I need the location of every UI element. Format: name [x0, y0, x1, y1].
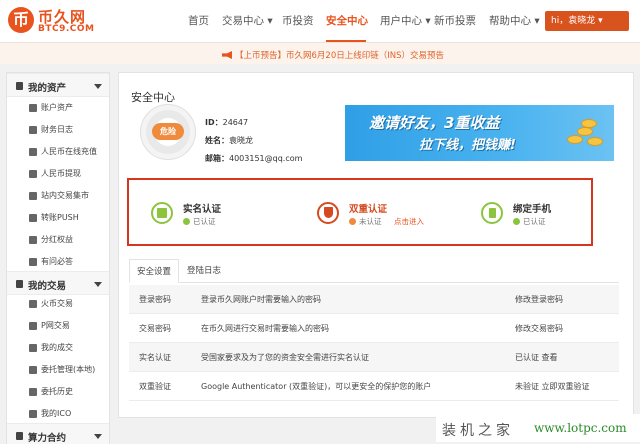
logo-domain: BTC9.COM	[38, 24, 95, 34]
site-watermark: 装机之家 www.lotpc.com	[436, 414, 640, 442]
verify-status-realname: 已认证	[183, 216, 216, 227]
sidebar-item-rmb-recharge[interactable]: 人民币在线充值	[7, 141, 109, 163]
security-center-panel: 安全中心 危险 ID：24647 姓名：袁晓龙 邮箱：4003151@qq.co…	[118, 72, 634, 418]
sidebar-item-transfer[interactable]: 转账PUSH	[7, 207, 109, 229]
sidebar-group-label: 算力合约	[28, 433, 67, 444]
verification-summary: 实名认证 已认证 双重认证 未认证 点击进入 绑定手机 已认证	[127, 178, 593, 246]
sidebar-group-label: 我的资产	[28, 83, 67, 94]
watermark-url: www.lotpc.com	[534, 421, 627, 435]
coin-icon	[567, 135, 583, 144]
ico-icon	[29, 410, 37, 418]
warning-icon	[349, 218, 356, 225]
settings-tabs: 安全设置 登陆日志	[129, 259, 619, 283]
coin-icon	[587, 137, 603, 146]
sidebar-item-my-ico[interactable]: 我的ICO	[7, 403, 109, 425]
nav-invest[interactable]: 币投资	[282, 13, 314, 28]
announcement-link[interactable]: 【上币预告】币久网6月20日上线印链（INS）交易预告	[222, 49, 444, 61]
sidebar-item-order-manage[interactable]: 委托管理(本地)	[7, 359, 109, 381]
user-name: 姓名：袁晓龙	[205, 136, 253, 145]
sidebar-item-my-deals[interactable]: 我的成交	[7, 337, 109, 359]
nav-security-center[interactable]: 安全中心	[326, 13, 368, 28]
invite-banner[interactable]: 邀请好友，3重收益 拉下线，把钱赚!	[345, 105, 614, 161]
recharge-icon	[29, 148, 37, 156]
sidebar-group-contracts[interactable]: 算力合约	[7, 423, 109, 444]
announcement-bar: 【上币预告】币久网6月20日上线印链（INS）交易预告	[0, 42, 640, 64]
top-header: 币 币久网 BTC9.COM 首页 交易中心 ▾ 币投资 安全中心 用户中心 ▾…	[0, 0, 640, 42]
banner-headline: 邀请好友，3重收益	[369, 114, 500, 132]
id-card-icon	[151, 202, 173, 224]
nav-new-coin-vote[interactable]: 新币投票	[434, 13, 476, 28]
shield-icon	[317, 202, 339, 224]
p-icon	[29, 322, 37, 330]
user-email: 邮箱：4003151@qq.com	[205, 154, 303, 163]
market-icon	[29, 192, 37, 200]
risk-level-gauge: 危险	[141, 105, 195, 159]
verify-title-phone: 绑定手机	[513, 204, 552, 215]
watermark-cn: 装机之家	[442, 423, 514, 439]
transfer-icon	[29, 214, 37, 222]
verify-status-2fa: 未认证	[349, 216, 382, 227]
fire-icon	[29, 300, 37, 308]
sidebar-item-huobi-trade[interactable]: 火币交易	[7, 293, 109, 315]
megaphone-icon	[222, 51, 232, 59]
sidebar-group-assets[interactable]: 我的资产	[7, 73, 109, 97]
account-icon	[29, 104, 37, 112]
table-row: 交易密码 在币久网进行交易时需要输入的密码 修改交易密码	[129, 314, 619, 343]
caret-down-icon	[94, 434, 102, 439]
table-row: 实名认证 受国家要求及为了您的资金安全需进行实名认证 已认证 查看	[129, 343, 619, 372]
tab-security-settings[interactable]: 安全设置	[129, 259, 179, 283]
check-icon	[183, 218, 190, 225]
enable-2fa-link[interactable]: 点击进入	[394, 216, 424, 227]
sidebar-item-finance-log[interactable]: 财务日志	[7, 119, 109, 141]
table-row: 登录密码 登录币久网账户时需要输入的密码 修改登录密码	[129, 285, 619, 314]
change-trade-password-link[interactable]: 修改交易密码	[515, 323, 563, 334]
user-menu-button[interactable]: hi，袁晓龙 ▾	[545, 11, 629, 31]
order-icon	[29, 366, 37, 374]
contract-icon	[16, 432, 23, 440]
wallet-icon	[16, 82, 23, 90]
table-row: 双重验证 Google Authenticator (双重验证)，可以更安全的保…	[129, 372, 619, 401]
sidebar-item-rmb-withdraw[interactable]: 人民币提现	[7, 163, 109, 185]
sidebar-item-dividend[interactable]: 分红权益	[7, 229, 109, 251]
coin-icon	[577, 127, 593, 136]
sidebar-group-label: 我的交易	[28, 281, 67, 292]
nav-user-center[interactable]: 用户中心 ▾	[380, 13, 431, 28]
sidebar-item-p-trade[interactable]: P网交易	[7, 315, 109, 337]
nav-trade-center[interactable]: 交易中心 ▾	[222, 13, 273, 28]
page-title: 安全中心	[131, 91, 175, 104]
nav-home[interactable]: 首页	[188, 13, 209, 28]
check-icon	[513, 218, 520, 225]
coin-icon	[581, 119, 597, 128]
caret-down-icon	[94, 84, 102, 89]
phone-icon	[481, 202, 503, 224]
banner-subline: 拉下线，把钱赚!	[419, 138, 516, 153]
site-logo[interactable]: 币 币久网 BTC9.COM	[8, 6, 96, 36]
history-icon	[29, 388, 37, 396]
risk-badge: 危险	[152, 123, 184, 140]
log-icon	[29, 126, 37, 134]
sidebar: 我的资产 账户资产 财务日志 人民币在线充值 人民币提现 站内交易集市 转账PU…	[6, 72, 110, 444]
verify-title-2fa: 双重认证	[349, 204, 388, 215]
caret-down-icon	[94, 282, 102, 287]
logo-coin-icon: 币	[8, 7, 34, 33]
sidebar-item-account-assets[interactable]: 账户资产	[7, 97, 109, 119]
qa-icon	[29, 258, 37, 266]
verify-title-realname: 实名认证	[183, 204, 222, 215]
sidebar-item-order-history[interactable]: 委托历史	[7, 381, 109, 403]
tab-login-log[interactable]: 登陆日志	[179, 259, 229, 283]
deal-icon	[29, 344, 37, 352]
sidebar-group-trades[interactable]: 我的交易	[7, 271, 109, 295]
verify-status-phone: 已认证	[513, 216, 546, 227]
sidebar-item-market[interactable]: 站内交易集市	[7, 185, 109, 207]
trade-icon	[16, 280, 23, 288]
sidebar-item-qa[interactable]: 有问必答	[7, 251, 109, 273]
user-id: ID：24647	[205, 118, 249, 127]
change-login-password-link[interactable]: 修改登录密码	[515, 294, 563, 305]
withdraw-icon	[29, 170, 37, 178]
nav-help-center[interactable]: 帮助中心 ▾	[489, 13, 540, 28]
view-realname-link[interactable]: 已认证 查看	[515, 352, 558, 363]
enable-2fa-action-link[interactable]: 未验证 立即双重验证	[515, 381, 590, 392]
dividend-icon	[29, 236, 37, 244]
